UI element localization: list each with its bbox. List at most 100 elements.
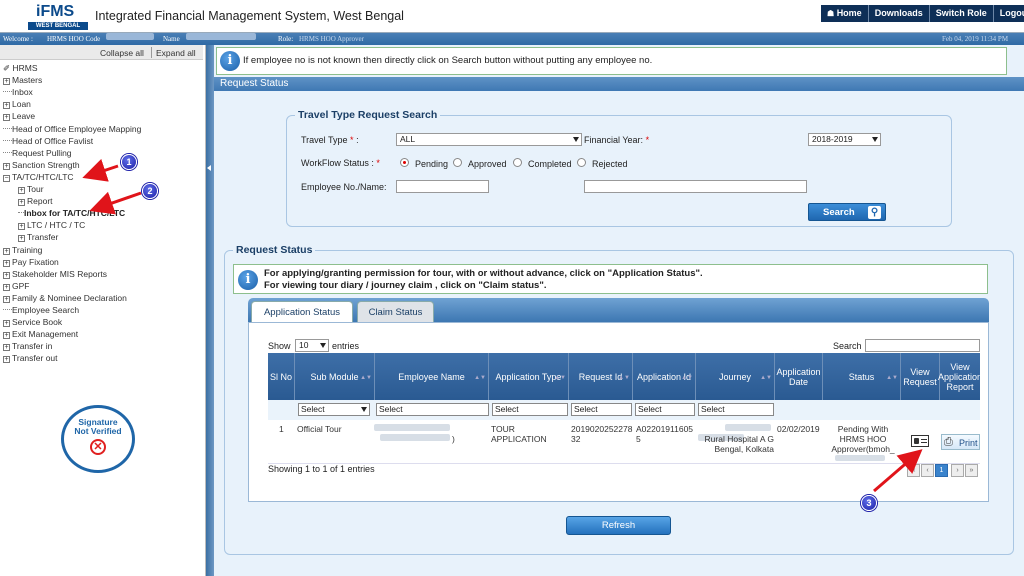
expand-icon[interactable]: + (3, 356, 10, 364)
expand-icon[interactable]: + (3, 320, 10, 328)
next-page-button[interactable]: › (951, 464, 964, 477)
search-button[interactable]: Search ⚲ (808, 203, 886, 221)
expand-icon[interactable]: + (3, 247, 10, 255)
view-request-button[interactable] (911, 435, 929, 447)
column-header-request-id[interactable]: Request Id ▲▼ (569, 353, 633, 400)
first-page-button[interactable]: « (907, 464, 920, 477)
tab-application-status[interactable]: Application Status (251, 301, 353, 322)
filter-placeholder: Select (379, 404, 403, 414)
column-header-journey[interactable]: Journey ▲▼ (696, 353, 775, 400)
refresh-button[interactable]: Refresh (566, 516, 671, 535)
financial-year-select[interactable]: 2018-2019 (808, 133, 881, 146)
expand-icon[interactable]: + (18, 223, 25, 231)
sidebar-splitter[interactable] (206, 45, 214, 576)
tab-claim-status[interactable]: Claim Status (357, 301, 434, 322)
sidebar-item[interactable]: + Transfer out (3, 353, 58, 364)
sidebar-item[interactable]: Head of Office Favlist (3, 136, 93, 147)
show-label: Show (268, 341, 291, 351)
column-header-label: Request Id (578, 371, 623, 382)
radio-completed-label: Completed (528, 159, 572, 169)
expand-icon[interactable]: + (3, 259, 10, 267)
travel-type-select[interactable]: ALL (396, 133, 582, 146)
ifms-logo[interactable]: iFMS WEST BENGAL (28, 3, 88, 30)
column-header-sl[interactable]: Sl No (268, 353, 295, 400)
sidebar-item[interactable]: Inbox (3, 87, 33, 98)
radio-rejected[interactable] (577, 158, 586, 167)
sidebar-item[interactable]: + Stakeholder MIS Reports (3, 269, 107, 280)
sidebar-item[interactable]: − TA/TC/HTC/LTC (3, 172, 74, 183)
filter-sub-module[interactable]: Select (298, 403, 370, 416)
column-header-application-id[interactable]: Application Id ▲▼ (633, 353, 696, 400)
sidebar-item[interactable]: + Pay Fixation (3, 257, 59, 268)
search-button-label: Search (823, 207, 855, 218)
last-page-button[interactable]: » (965, 464, 978, 477)
expand-all-button[interactable]: Expand all (156, 48, 196, 58)
expand-icon[interactable]: + (3, 332, 10, 340)
sidebar-item[interactable]: ✐ HRMS (3, 63, 38, 74)
column-header-view-request[interactable]: View Request (901, 353, 940, 400)
print-button[interactable]: ⎙ Print (941, 434, 980, 450)
expand-icon[interactable]: + (3, 295, 10, 303)
column-header-status[interactable]: Status ▲▼ (823, 353, 901, 400)
filter-application-id[interactable]: Select (635, 403, 695, 416)
sidebar-item[interactable]: Head of Office Employee Mapping (3, 124, 141, 135)
column-header-label: View Request (903, 366, 937, 387)
radio-pending[interactable] (400, 158, 409, 167)
employee-no-input[interactable] (396, 180, 489, 193)
expand-icon[interactable]: + (3, 271, 10, 279)
sidebar-item[interactable]: + Family & Nominee Declaration (3, 293, 127, 304)
collapse-icon[interactable]: − (3, 174, 10, 182)
downloads-link[interactable]: Downloads (869, 5, 930, 22)
sidebar-item[interactable]: + Service Book (3, 317, 62, 328)
sidebar-item[interactable]: + Masters (3, 75, 42, 86)
expand-icon[interactable]: + (3, 102, 10, 110)
filter-request-id[interactable]: Select (571, 403, 632, 416)
radio-approved[interactable] (453, 158, 462, 167)
sidebar-item[interactable]: + Training (3, 245, 42, 256)
sidebar-item[interactable]: + Exit Management (3, 329, 78, 340)
sidebar-toolbar: Collapse all Expand all (0, 45, 203, 60)
table-search-input[interactable] (865, 339, 980, 352)
sidebar-item[interactable]: Request Pulling (3, 148, 72, 159)
expand-icon[interactable]: + (18, 187, 25, 194)
radio-completed[interactable] (513, 158, 522, 167)
filter-journey[interactable]: Select (698, 403, 774, 416)
sidebar-item[interactable]: + LTC / HTC / TC (18, 220, 85, 231)
sidebar-item[interactable]: + GPF (3, 281, 29, 292)
home-link[interactable]: ☗ Home (821, 5, 869, 22)
page-length-select[interactable]: 10 (295, 339, 329, 352)
expand-icon[interactable]: + (18, 235, 25, 243)
collapse-all-button[interactable]: Collapse all (100, 48, 144, 58)
expand-icon[interactable]: + (3, 114, 10, 122)
column-header-label: Application Type (495, 371, 562, 382)
sidebar-item[interactable]: + Transfer in (3, 341, 52, 352)
sidebar-item[interactable]: + Sanction Strength (3, 160, 80, 171)
column-header-employee-name[interactable]: Employee Name ▲▼ (375, 353, 489, 400)
page-1-button[interactable]: 1 (935, 464, 948, 477)
sidebar-item[interactable]: + Report (18, 196, 53, 207)
column-header-application-type[interactable]: Application Type ▲▼ (489, 353, 569, 400)
column-header-view-application-report[interactable]: View Application Report (938, 353, 982, 400)
filter-application-type[interactable]: Select (492, 403, 568, 416)
sidebar-item[interactable]: Inbox for TA/TC/HTC/LTC (18, 208, 125, 219)
expand-icon[interactable]: + (18, 199, 25, 207)
expand-icon[interactable]: + (3, 344, 10, 352)
expand-icon[interactable]: + (3, 78, 10, 86)
column-header-sub-module[interactable]: Sub Module ▲▼ (295, 353, 375, 400)
sidebar-item[interactable]: + Loan (3, 99, 31, 110)
column-header-application-date[interactable]: Application Date (775, 353, 823, 400)
filter-employee-name[interactable]: Select (376, 403, 489, 416)
sidebar-item-label: LTC / HTC / TC (27, 220, 86, 231)
logo-main-text: iFMS (36, 3, 75, 20)
logout-link[interactable]: Logout (994, 5, 1024, 22)
sidebar-item[interactable]: + Tour (18, 184, 44, 195)
sidebar-item[interactable]: Employee Search (3, 305, 79, 316)
previous-page-button[interactable]: ‹ (921, 464, 934, 477)
switch-role-link[interactable]: Switch Role (930, 5, 994, 22)
sidebar-item[interactable]: + Transfer (18, 232, 58, 243)
sidebar-item-label: Stakeholder MIS Reports (12, 268, 107, 279)
expand-icon[interactable]: + (3, 162, 10, 170)
expand-icon[interactable]: + (3, 283, 10, 291)
collapse-left-icon[interactable] (207, 165, 211, 171)
sidebar-item[interactable]: + Leave (3, 111, 35, 122)
